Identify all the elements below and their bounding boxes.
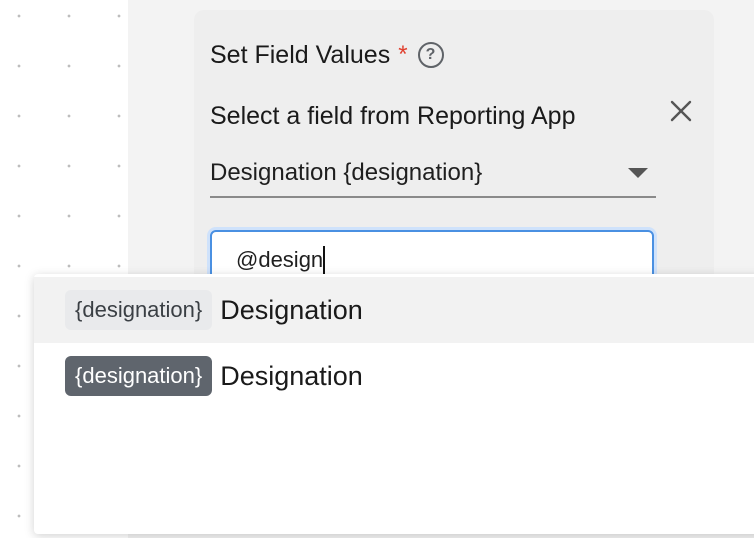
field-label: Select a field from Reporting App <box>210 102 576 130</box>
required-indicator: * <box>398 41 408 68</box>
close-icon[interactable] <box>668 98 694 124</box>
field-select-value: Designation {designation} <box>210 159 483 186</box>
field-select[interactable]: Designation {designation} <box>210 154 656 198</box>
suggestion-label: Designation <box>220 360 363 391</box>
help-icon[interactable]: ? <box>417 42 444 68</box>
chevron-down-icon <box>628 168 648 178</box>
suggestion-label: Designation <box>220 294 363 325</box>
suggestion-token: {designation} <box>65 356 213 396</box>
field-value-input-text: @design <box>236 247 324 272</box>
section-title-text: Set Field Values <box>210 41 391 69</box>
suggestion-item[interactable]: {designation} Designation <box>34 277 754 343</box>
text-cursor <box>323 246 326 274</box>
suggestion-token: {designation} <box>65 290 213 330</box>
set-field-values-card: Set Field Values * ? Select a field from… <box>194 10 714 310</box>
suggestion-dropdown: {designation} Designation {designation} … <box>34 274 754 534</box>
suggestion-item[interactable]: {designation} Designation <box>34 343 754 409</box>
section-title: Set Field Values * ? <box>210 40 444 70</box>
